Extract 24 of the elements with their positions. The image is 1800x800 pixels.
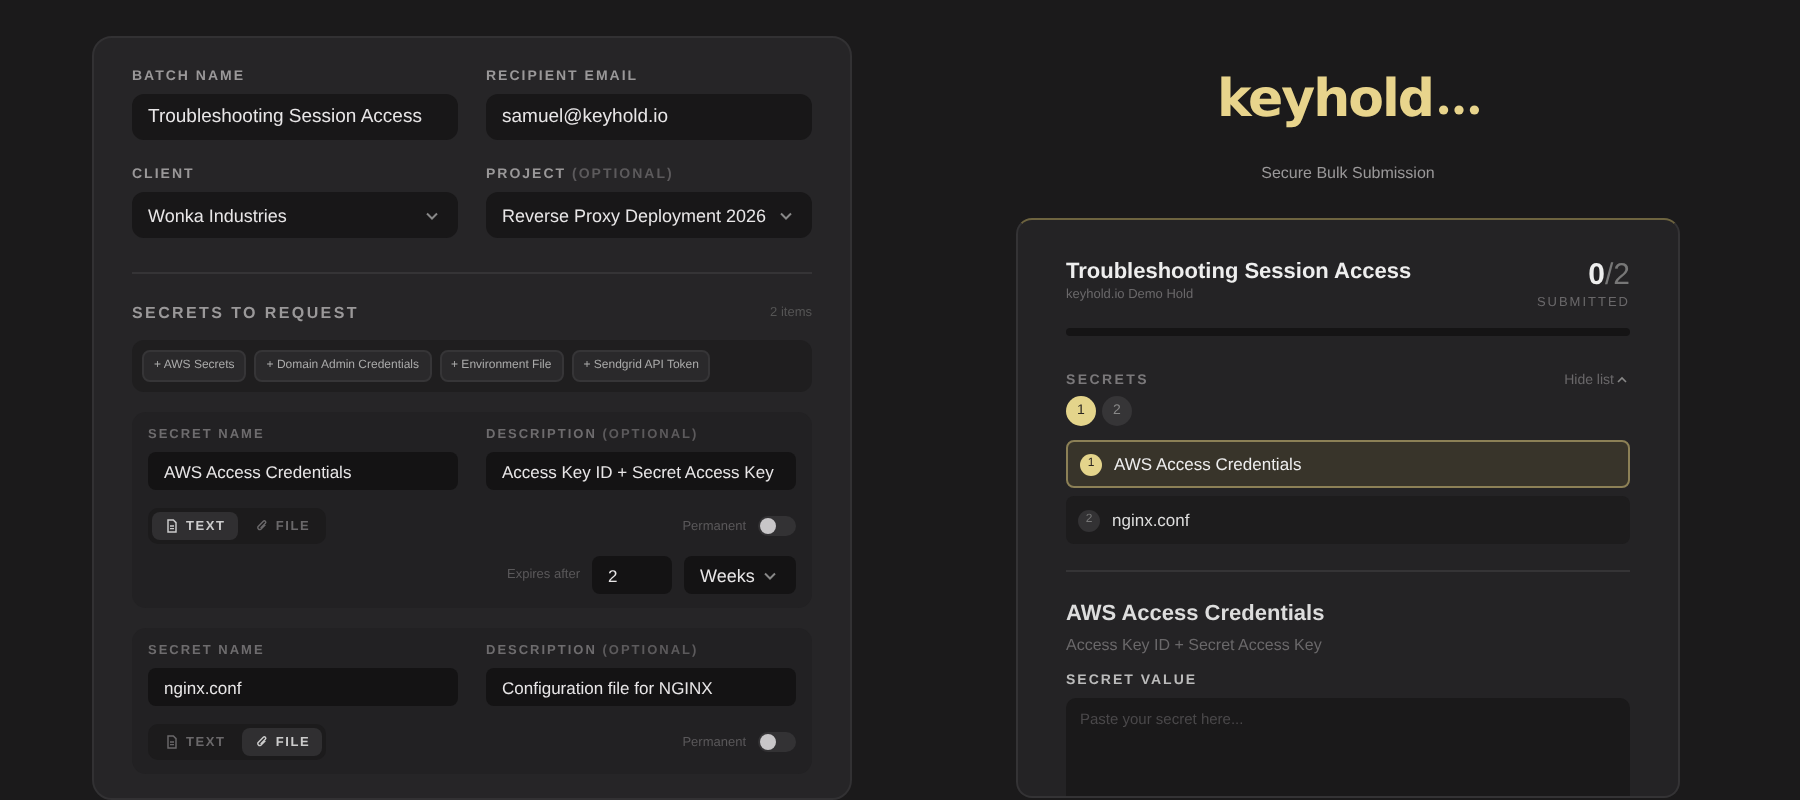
chevron-up-icon: [1614, 372, 1630, 388]
select-field[interactable]: Wonka Industries: [132, 192, 458, 238]
input-field[interactable]: samuel@keyhold.io: [486, 94, 812, 140]
document-icon: [164, 518, 180, 534]
paperclip-icon: [253, 518, 270, 534]
subtitle: Secure Bulk Submission: [1261, 164, 1435, 182]
paperclip-icon: [253, 734, 270, 750]
submitted-count: 0/2: [1586, 260, 1630, 290]
input-field[interactable]: Configuration file for NGINX: [486, 668, 796, 706]
input-field[interactable]: Access Key ID + Secret Access Key: [486, 452, 796, 490]
secret-description: Access Key ID + Secret Access Key: [1066, 636, 1324, 654]
select-field[interactable]: Reverse Proxy Deployment 2026: [486, 192, 812, 238]
input-field[interactable]: Troubleshooting Session Access: [132, 94, 458, 140]
document-icon: [164, 734, 180, 750]
secret-title: AWS Access Credentials: [1066, 602, 1327, 626]
input-field[interactable]: nginx.conf: [148, 668, 458, 706]
batch-title: Troubleshooting Session Access: [1066, 260, 1412, 284]
toggle-switch[interactable]: [758, 516, 796, 536]
toggle-switch[interactable]: [758, 732, 796, 752]
input-field[interactable]: AWS Access Credentials: [148, 452, 458, 490]
select-field[interactable]: Weeks: [684, 556, 796, 594]
section-title: SECRETS TO REQUEST: [132, 304, 359, 322]
number-field[interactable]: 2: [592, 556, 672, 594]
logo: keyhold: [1216, 70, 1480, 130]
